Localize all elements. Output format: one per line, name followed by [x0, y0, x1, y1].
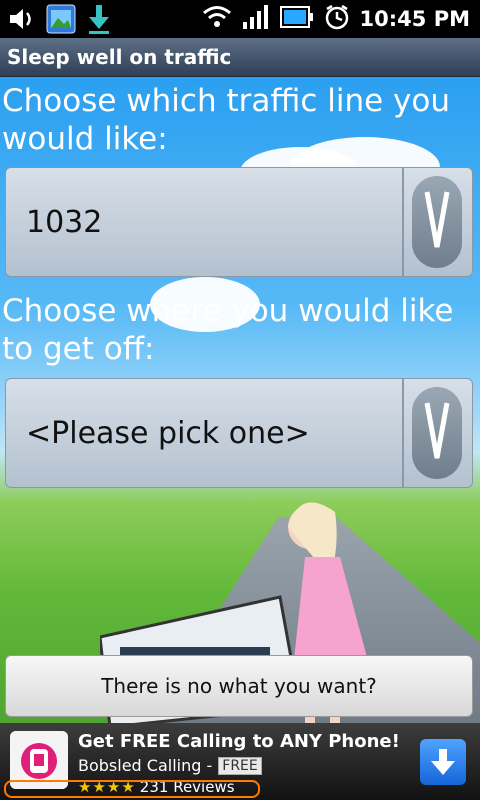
download-arrow-icon[interactable]	[420, 739, 466, 785]
status-time: 10:45 PM	[359, 7, 470, 31]
app-title-bar: Sleep well on traffic	[0, 38, 480, 77]
highlight-frame	[4, 780, 260, 798]
app-title: Sleep well on traffic	[7, 45, 232, 69]
main-content: Choose which traffic line you would like…	[0, 77, 480, 723]
wifi-icon	[202, 5, 232, 33]
no-result-button[interactable]: There is no what you want?	[5, 655, 473, 717]
stop-spinner[interactable]: <Please pick one>	[5, 378, 473, 488]
status-bar: 10:45 PM	[0, 0, 480, 38]
battery-icon	[279, 5, 314, 33]
volume-icon	[8, 6, 36, 36]
signal-icon	[242, 4, 270, 34]
traffic-line-spinner[interactable]: 1032	[5, 167, 473, 277]
stop-value: <Please pick one>	[26, 416, 310, 451]
ad-app-name: Bobsled Calling -	[78, 756, 213, 775]
dropdown-arrow-icon[interactable]	[412, 387, 462, 479]
gallery-icon	[46, 4, 76, 38]
spinner-divider	[402, 168, 404, 276]
traffic-line-value: 1032	[26, 205, 103, 240]
traffic-line-label: Choose which traffic line you would like…	[2, 83, 450, 157]
free-badge: FREE	[218, 756, 262, 775]
stop-label: Choose where you would like to get off:	[2, 293, 454, 367]
ad-app-line: Bobsled Calling - FREE	[78, 756, 262, 775]
spinner-divider	[402, 379, 404, 487]
alarm-icon	[324, 4, 350, 34]
download-icon	[86, 3, 112, 39]
ad-headline[interactable]: Get FREE Calling to ANY Phone!	[78, 731, 400, 752]
dropdown-arrow-icon[interactable]	[412, 176, 462, 268]
